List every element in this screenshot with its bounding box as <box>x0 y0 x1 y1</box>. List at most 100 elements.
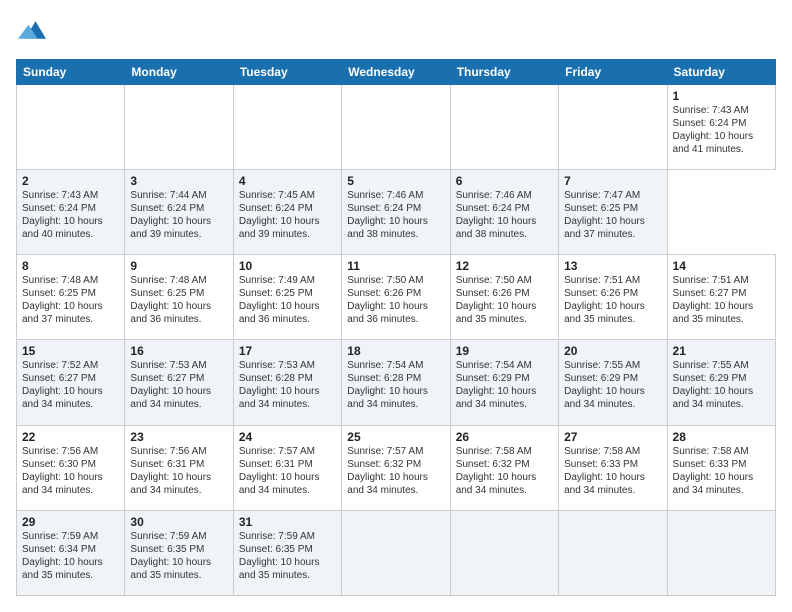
page: SundayMondayTuesdayWednesdayThursdayFrid… <box>0 0 792 612</box>
calendar-day-cell <box>559 85 667 170</box>
day-info: Sunrise: 7:43 AM Sunset: 6:24 PM Dayligh… <box>673 104 770 156</box>
calendar-day-cell <box>17 85 125 170</box>
day-info: Sunrise: 7:45 AM Sunset: 6:24 PM Dayligh… <box>239 189 336 241</box>
day-number: 3 <box>130 174 227 188</box>
day-info: Sunrise: 7:44 AM Sunset: 6:24 PM Dayligh… <box>130 189 227 241</box>
day-header: Sunday <box>17 60 125 85</box>
calendar-day-cell <box>233 85 341 170</box>
calendar-day-cell: 29 Sunrise: 7:59 AM Sunset: 6:34 PM Dayl… <box>17 510 125 595</box>
day-header: Wednesday <box>342 60 450 85</box>
day-number: 18 <box>347 344 444 358</box>
calendar-day-cell: 24 Sunrise: 7:57 AM Sunset: 6:31 PM Dayl… <box>233 425 341 510</box>
day-info: Sunrise: 7:48 AM Sunset: 6:25 PM Dayligh… <box>130 274 227 326</box>
calendar-table: SundayMondayTuesdayWednesdayThursdayFrid… <box>16 59 776 596</box>
calendar-day-cell: 11 Sunrise: 7:50 AM Sunset: 6:26 PM Dayl… <box>342 255 450 340</box>
day-number: 22 <box>22 430 119 444</box>
day-number: 24 <box>239 430 336 444</box>
day-info: Sunrise: 7:57 AM Sunset: 6:31 PM Dayligh… <box>239 445 336 497</box>
day-number: 12 <box>456 259 553 273</box>
day-info: Sunrise: 7:58 AM Sunset: 6:33 PM Dayligh… <box>673 445 770 497</box>
day-number: 8 <box>22 259 119 273</box>
calendar-week-row: 1 Sunrise: 7:43 AM Sunset: 6:24 PM Dayli… <box>17 85 776 170</box>
day-number: 26 <box>456 430 553 444</box>
calendar-day-cell: 6 Sunrise: 7:46 AM Sunset: 6:24 PM Dayli… <box>450 170 558 255</box>
calendar-day-cell <box>450 510 558 595</box>
day-number: 29 <box>22 515 119 529</box>
day-header: Monday <box>125 60 233 85</box>
day-number: 1 <box>673 89 770 103</box>
day-number: 10 <box>239 259 336 273</box>
day-header: Tuesday <box>233 60 341 85</box>
day-number: 4 <box>239 174 336 188</box>
calendar-day-cell: 31 Sunrise: 7:59 AM Sunset: 6:35 PM Dayl… <box>233 510 341 595</box>
calendar-day-cell: 27 Sunrise: 7:58 AM Sunset: 6:33 PM Dayl… <box>559 425 667 510</box>
day-info: Sunrise: 7:53 AM Sunset: 6:28 PM Dayligh… <box>239 359 336 411</box>
day-info: Sunrise: 7:59 AM Sunset: 6:35 PM Dayligh… <box>239 530 336 582</box>
calendar-week-row: 15 Sunrise: 7:52 AM Sunset: 6:27 PM Dayl… <box>17 340 776 425</box>
day-number: 15 <box>22 344 119 358</box>
day-info: Sunrise: 7:43 AM Sunset: 6:24 PM Dayligh… <box>22 189 119 241</box>
day-info: Sunrise: 7:46 AM Sunset: 6:24 PM Dayligh… <box>347 189 444 241</box>
day-number: 19 <box>456 344 553 358</box>
calendar-day-cell <box>342 85 450 170</box>
calendar-week-row: 2 Sunrise: 7:43 AM Sunset: 6:24 PM Dayli… <box>17 170 776 255</box>
calendar-day-cell: 4 Sunrise: 7:45 AM Sunset: 6:24 PM Dayli… <box>233 170 341 255</box>
calendar-day-cell: 5 Sunrise: 7:46 AM Sunset: 6:24 PM Dayli… <box>342 170 450 255</box>
day-number: 6 <box>456 174 553 188</box>
day-info: Sunrise: 7:48 AM Sunset: 6:25 PM Dayligh… <box>22 274 119 326</box>
day-info: Sunrise: 7:54 AM Sunset: 6:29 PM Dayligh… <box>456 359 553 411</box>
day-number: 14 <box>673 259 770 273</box>
day-info: Sunrise: 7:47 AM Sunset: 6:25 PM Dayligh… <box>564 189 661 241</box>
calendar-day-cell <box>125 85 233 170</box>
calendar-week-row: 22 Sunrise: 7:56 AM Sunset: 6:30 PM Dayl… <box>17 425 776 510</box>
calendar-day-cell: 9 Sunrise: 7:48 AM Sunset: 6:25 PM Dayli… <box>125 255 233 340</box>
day-info: Sunrise: 7:59 AM Sunset: 6:35 PM Dayligh… <box>130 530 227 582</box>
day-number: 30 <box>130 515 227 529</box>
calendar-day-cell: 21 Sunrise: 7:55 AM Sunset: 6:29 PM Dayl… <box>667 340 775 425</box>
day-info: Sunrise: 7:53 AM Sunset: 6:27 PM Dayligh… <box>130 359 227 411</box>
day-info: Sunrise: 7:51 AM Sunset: 6:26 PM Dayligh… <box>564 274 661 326</box>
calendar-day-cell: 8 Sunrise: 7:48 AM Sunset: 6:25 PM Dayli… <box>17 255 125 340</box>
day-info: Sunrise: 7:58 AM Sunset: 6:33 PM Dayligh… <box>564 445 661 497</box>
day-info: Sunrise: 7:46 AM Sunset: 6:24 PM Dayligh… <box>456 189 553 241</box>
calendar-day-cell <box>559 510 667 595</box>
day-number: 16 <box>130 344 227 358</box>
day-header: Thursday <box>450 60 558 85</box>
calendar-day-cell <box>450 85 558 170</box>
calendar-day-cell: 20 Sunrise: 7:55 AM Sunset: 6:29 PM Dayl… <box>559 340 667 425</box>
calendar-week-row: 8 Sunrise: 7:48 AM Sunset: 6:25 PM Dayli… <box>17 255 776 340</box>
day-number: 11 <box>347 259 444 273</box>
day-number: 23 <box>130 430 227 444</box>
calendar-header-row: SundayMondayTuesdayWednesdayThursdayFrid… <box>17 60 776 85</box>
calendar-day-cell: 16 Sunrise: 7:53 AM Sunset: 6:27 PM Dayl… <box>125 340 233 425</box>
calendar-day-cell: 13 Sunrise: 7:51 AM Sunset: 6:26 PM Dayl… <box>559 255 667 340</box>
calendar-day-cell: 30 Sunrise: 7:59 AM Sunset: 6:35 PM Dayl… <box>125 510 233 595</box>
day-info: Sunrise: 7:56 AM Sunset: 6:30 PM Dayligh… <box>22 445 119 497</box>
day-header: Friday <box>559 60 667 85</box>
calendar-day-cell: 15 Sunrise: 7:52 AM Sunset: 6:27 PM Dayl… <box>17 340 125 425</box>
day-number: 17 <box>239 344 336 358</box>
calendar-body: 1 Sunrise: 7:43 AM Sunset: 6:24 PM Dayli… <box>17 85 776 596</box>
calendar-day-cell: 18 Sunrise: 7:54 AM Sunset: 6:28 PM Dayl… <box>342 340 450 425</box>
day-info: Sunrise: 7:56 AM Sunset: 6:31 PM Dayligh… <box>130 445 227 497</box>
day-info: Sunrise: 7:51 AM Sunset: 6:27 PM Dayligh… <box>673 274 770 326</box>
day-number: 5 <box>347 174 444 188</box>
calendar-day-cell: 25 Sunrise: 7:57 AM Sunset: 6:32 PM Dayl… <box>342 425 450 510</box>
calendar-week-row: 29 Sunrise: 7:59 AM Sunset: 6:34 PM Dayl… <box>17 510 776 595</box>
day-info: Sunrise: 7:49 AM Sunset: 6:25 PM Dayligh… <box>239 274 336 326</box>
day-number: 2 <box>22 174 119 188</box>
day-info: Sunrise: 7:50 AM Sunset: 6:26 PM Dayligh… <box>456 274 553 326</box>
day-number: 25 <box>347 430 444 444</box>
calendar-day-cell: 26 Sunrise: 7:58 AM Sunset: 6:32 PM Dayl… <box>450 425 558 510</box>
day-number: 7 <box>564 174 661 188</box>
day-info: Sunrise: 7:55 AM Sunset: 6:29 PM Dayligh… <box>673 359 770 411</box>
logo <box>16 16 46 49</box>
calendar-day-cell <box>667 510 775 595</box>
calendar-day-cell: 23 Sunrise: 7:56 AM Sunset: 6:31 PM Dayl… <box>125 425 233 510</box>
calendar-day-cell: 19 Sunrise: 7:54 AM Sunset: 6:29 PM Dayl… <box>450 340 558 425</box>
day-info: Sunrise: 7:58 AM Sunset: 6:32 PM Dayligh… <box>456 445 553 497</box>
day-number: 28 <box>673 430 770 444</box>
calendar-day-cell: 22 Sunrise: 7:56 AM Sunset: 6:30 PM Dayl… <box>17 425 125 510</box>
calendar-day-cell <box>342 510 450 595</box>
calendar-day-cell: 3 Sunrise: 7:44 AM Sunset: 6:24 PM Dayli… <box>125 170 233 255</box>
